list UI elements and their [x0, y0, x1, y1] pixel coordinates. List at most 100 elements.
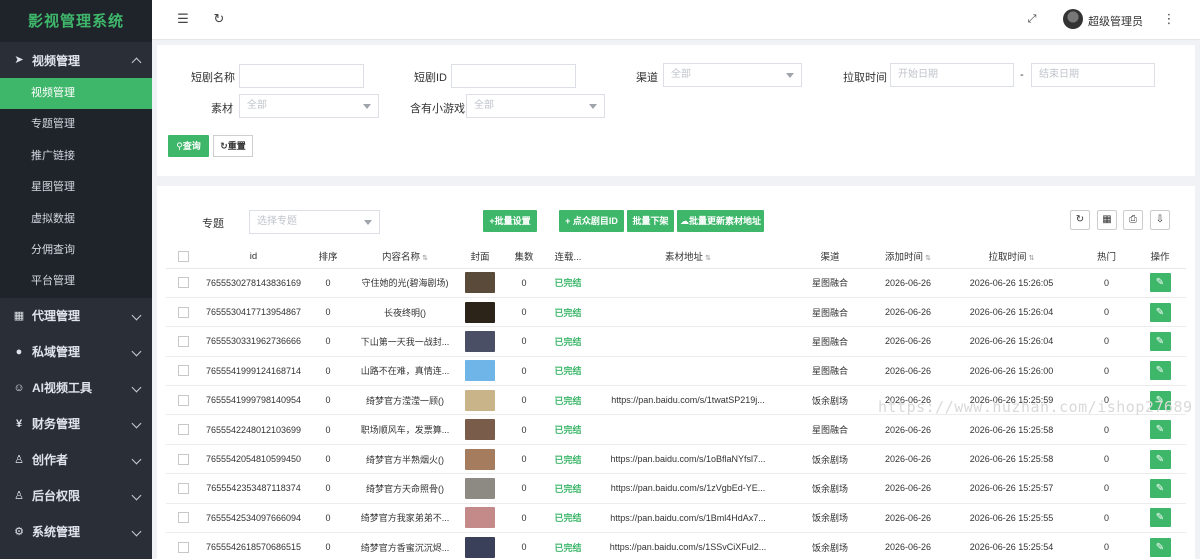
channel-select-value: 全部: [671, 69, 691, 80]
fullscreen-icon[interactable]: ⤢: [1025, 12, 1039, 26]
cloud-icon: ☁: [679, 216, 689, 226]
menu-group-ai-video[interactable]: ☺ AI视频工具: [0, 370, 152, 406]
menu-group-agent[interactable]: ▦ 代理管理: [0, 298, 152, 334]
edit-button[interactable]: ✎: [1149, 508, 1171, 528]
column-header-sortable[interactable]: 添加时间 ⇅: [872, 245, 944, 269]
menu-group-private[interactable]: ● 私域管理: [0, 334, 152, 370]
menu-group-label: AI视频工具: [32, 381, 93, 396]
sort-icon[interactable]: ⇅: [705, 255, 711, 262]
row-select-cell[interactable]: [166, 473, 201, 504]
row-checkbox[interactable]: [178, 424, 189, 436]
material-select-value: 全部: [247, 100, 267, 111]
menu-group-creator[interactable]: ♙ 创作者: [0, 442, 152, 478]
column-header-sortable[interactable]: 拉取时间 ⇅: [944, 245, 1079, 269]
edit-button[interactable]: ✎: [1149, 331, 1171, 351]
batch-settings-button[interactable]: +批量设置: [483, 210, 537, 232]
edit-button[interactable]: ✎: [1149, 361, 1171, 381]
avatar[interactable]: [1063, 9, 1083, 29]
row-checkbox[interactable]: [178, 394, 189, 406]
row-checkbox[interactable]: [178, 541, 189, 553]
row-checkbox[interactable]: [178, 512, 189, 524]
drama-name-input[interactable]: [239, 64, 364, 88]
channel-select[interactable]: 全部: [663, 63, 802, 87]
pull-time-cell: 2026-06-26 15:25:54: [944, 532, 1079, 559]
action-cell: ✎: [1134, 326, 1186, 357]
sort-icon[interactable]: ⇅: [422, 255, 428, 262]
edit-button[interactable]: ✎: [1149, 478, 1171, 498]
row-select-cell[interactable]: [166, 326, 201, 357]
sidebar-item-video-manage[interactable]: 视频管理: [0, 78, 152, 110]
username[interactable]: 超级管理员: [1088, 13, 1143, 29]
dianzhong-id-button[interactable]: + 点众剧目ID: [559, 210, 624, 232]
mini-game-select[interactable]: 全部: [466, 94, 605, 118]
column-header-sortable[interactable]: 内容名称 ⇅: [350, 245, 460, 269]
menu-toggle-icon[interactable]: ☰: [176, 12, 190, 26]
drama-name-label: 短剧名称: [191, 72, 235, 84]
material-select[interactable]: 全部: [239, 94, 379, 118]
hot-cell: 0: [1079, 444, 1134, 475]
video-table: id 排序 内容名称 ⇅ 封面 集数 连载... 素材地址 ⇅ 渠道 添加时间 ⇅ 拉…: [166, 245, 1186, 559]
row-select-cell[interactable]: [166, 297, 201, 328]
start-date-input[interactable]: 开始日期: [890, 63, 1014, 87]
column-header-sortable[interactable]: 素材地址 ⇅: [588, 245, 788, 269]
edit-button[interactable]: ✎: [1149, 449, 1171, 469]
select-all-checkbox[interactable]: [178, 250, 189, 262]
hot-cell: 0: [1079, 385, 1134, 416]
row-select-cell[interactable]: [166, 385, 201, 416]
sidebar-item-xingtu-manage[interactable]: 星图管理: [0, 172, 152, 203]
print-icon[interactable]: ⎙: [1123, 210, 1143, 230]
row-checkbox[interactable]: [178, 277, 189, 289]
content-name-cell: 绮梦官方天命照骨(): [350, 473, 460, 504]
row-select-cell[interactable]: [166, 414, 201, 445]
sidebar-item-commission-query[interactable]: 分佣查询: [0, 235, 152, 266]
edit-button[interactable]: ✎: [1149, 302, 1171, 322]
edit-button[interactable]: ✎: [1149, 390, 1171, 410]
cover-thumbnail: [465, 507, 495, 529]
sort-cell: 0: [306, 503, 350, 534]
export-icon[interactable]: ⇩: [1150, 210, 1170, 230]
topic-select[interactable]: 选择专题: [249, 210, 380, 234]
row-select-cell[interactable]: [166, 268, 201, 298]
end-date-input[interactable]: 结束日期: [1031, 63, 1155, 87]
sort-icon[interactable]: ⇅: [1029, 255, 1035, 262]
query-button[interactable]: ⚲查询: [168, 135, 209, 157]
channel-cell: 星图融合: [788, 326, 872, 357]
menu-group-finance[interactable]: ¥ 财务管理: [0, 406, 152, 442]
chevron-down-icon: [786, 73, 794, 78]
row-checkbox[interactable]: [178, 482, 189, 494]
sidebar-item-promo-links[interactable]: 推广链接: [0, 141, 152, 172]
refresh-icon[interactable]: ↻: [212, 12, 226, 26]
reset-button[interactable]: ↻重置: [213, 135, 253, 157]
cover-thumbnail: [465, 389, 495, 411]
menu-group-video[interactable]: ➤ 视频管理: [0, 42, 152, 78]
row-select-cell[interactable]: [166, 532, 201, 559]
row-checkbox[interactable]: [178, 306, 189, 318]
batch-update-material-button[interactable]: ☁批量更新素材地址: [677, 210, 764, 232]
episodes-cell: 0: [500, 385, 548, 416]
sidebar-item-virtual-data[interactable]: 虚拟数据: [0, 204, 152, 235]
row-select-cell[interactable]: [166, 356, 201, 387]
row-checkbox[interactable]: [178, 453, 189, 465]
columns-icon[interactable]: ▦: [1097, 210, 1117, 230]
select-all-cell[interactable]: [166, 245, 201, 269]
sort-icon[interactable]: ⇅: [925, 255, 931, 262]
drama-id-input[interactable]: [451, 64, 576, 88]
row-checkbox[interactable]: [178, 365, 189, 377]
episodes-cell: 0: [500, 268, 548, 298]
edit-button[interactable]: ✎: [1149, 273, 1171, 293]
sort-cell: 0: [306, 268, 350, 298]
edit-button[interactable]: ✎: [1149, 420, 1171, 440]
more-vertical-icon[interactable]: ⋮: [1162, 12, 1176, 26]
menu-group-admin-permission[interactable]: ♙ 后台权限: [0, 478, 152, 514]
row-select-cell[interactable]: [166, 503, 201, 534]
sidebar-item-platform-manage[interactable]: 平台管理: [0, 266, 152, 297]
edit-button[interactable]: ✎: [1149, 537, 1171, 557]
row-checkbox[interactable]: [178, 336, 189, 348]
refresh-table-icon[interactable]: ↻: [1070, 210, 1090, 230]
batch-offline-button[interactable]: 批量下架: [627, 210, 674, 232]
episodes-cell: 0: [500, 326, 548, 357]
sidebar-item-topic-manage[interactable]: 专题管理: [0, 109, 152, 140]
material-url-cell: [588, 414, 788, 445]
row-select-cell[interactable]: [166, 444, 201, 475]
menu-group-system[interactable]: ⚙ 系统管理: [0, 514, 152, 550]
